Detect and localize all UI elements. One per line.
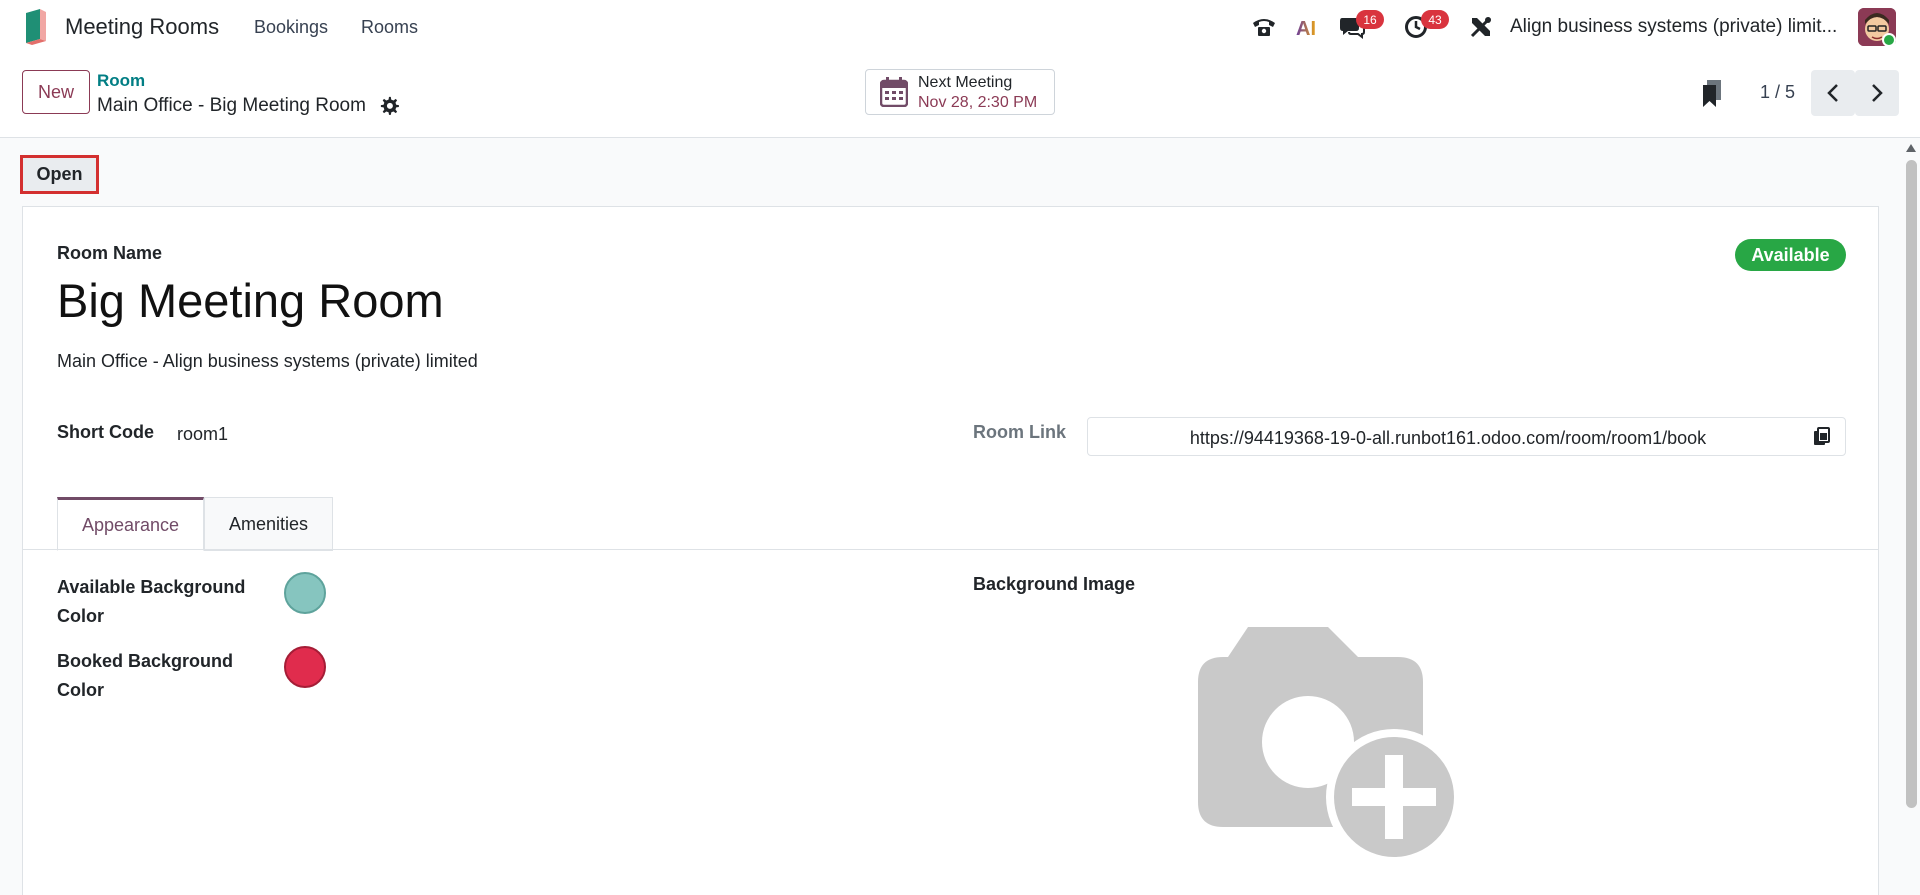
room-link-field[interactable]: https://94419368-19-0-all.runbot161.odoo…: [1087, 417, 1846, 456]
company-switcher[interactable]: Align business systems (private) limit..…: [1510, 16, 1837, 38]
smart-button-title: Next Meeting: [918, 74, 1013, 91]
room-link-label: Room Link: [973, 422, 1066, 442]
short-code-label: Short Code: [57, 422, 154, 442]
calendar-icon: [880, 77, 908, 107]
booked-bg-color-label: Booked Background Color: [57, 651, 234, 700]
form-sheet: Room Name Big Meeting Room Main Office -…: [22, 206, 1879, 895]
new-button[interactable]: New: [22, 70, 90, 114]
tab-divider: [23, 549, 1878, 550]
top-navbar: Meeting Rooms Bookings Rooms AI 16 43 Al…: [0, 0, 1920, 54]
gear-icon[interactable]: [380, 96, 400, 116]
ai-text: AI: [1296, 18, 1316, 38]
nav-bookings[interactable]: Bookings: [254, 17, 328, 38]
booked-bg-color-swatch[interactable]: [284, 646, 326, 688]
background-image-label: Background Image: [973, 574, 1136, 594]
breadcrumb-room[interactable]: Room: [97, 71, 145, 91]
scroll-thumb[interactable]: [1906, 160, 1917, 808]
smart-button-value: Nov 28, 2:30 PM: [918, 94, 1038, 111]
pager-previous-button[interactable]: [1811, 70, 1855, 116]
control-panel: New Room Main Office - Big Meeting Room …: [0, 54, 1920, 138]
room-name-field[interactable]: Big Meeting Room: [57, 273, 444, 328]
nav-rooms[interactable]: Rooms: [361, 17, 418, 38]
pager-next-button[interactable]: [1855, 70, 1899, 116]
room-link-value: https://94419368-19-0-all.runbot161.odoo…: [1189, 428, 1707, 448]
room-location[interactable]: Main Office - Align business systems (pr…: [57, 351, 478, 372]
bookmark-icon[interactable]: [1700, 80, 1724, 108]
ai-icon[interactable]: AI: [1292, 11, 1324, 43]
chevron-left-icon: [1827, 84, 1838, 102]
room-name-label: Room Name: [57, 243, 163, 263]
open-status-button[interactable]: Open: [20, 155, 99, 194]
presence-indicator: [1882, 33, 1896, 47]
available-bg-color-swatch[interactable]: [284, 572, 326, 614]
tools-icon[interactable]: [1465, 11, 1497, 43]
breadcrumb-current: Main Office - Big Meeting Room: [97, 95, 366, 116]
available-bg-color-label: Available Background Color: [57, 577, 246, 626]
scroll-up-arrow-icon[interactable]: [1906, 144, 1916, 152]
tab-appearance[interactable]: Appearance: [57, 497, 204, 551]
chevron-right-icon: [1872, 84, 1883, 102]
meeting-rooms-logo-icon[interactable]: [22, 9, 48, 45]
tab-amenities[interactable]: Amenities: [204, 497, 333, 551]
copy-icon[interactable]: [1812, 427, 1832, 447]
pager-value[interactable]: 1 / 5: [1760, 82, 1795, 103]
app-name[interactable]: Meeting Rooms: [65, 14, 219, 40]
messages-count-badge: 16: [1356, 10, 1384, 29]
short-code-field[interactable]: room1: [177, 424, 228, 445]
activities-count-badge: 43: [1421, 10, 1449, 29]
phone-icon[interactable]: [1248, 11, 1280, 43]
next-meeting-smart-button[interactable]: Next Meeting Nov 28, 2:30 PM: [865, 69, 1055, 115]
status-badge: Available: [1735, 239, 1846, 271]
camera-plus-icon[interactable]: [1198, 627, 1478, 877]
